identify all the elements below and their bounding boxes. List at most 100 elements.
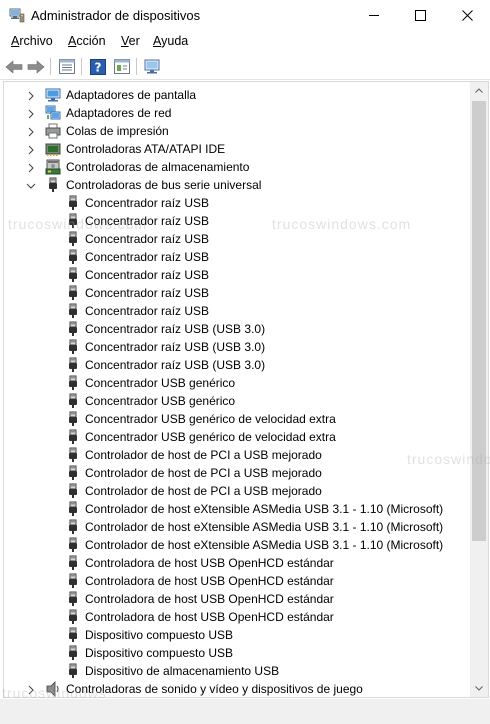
tree-device[interactable]: Concentrador raíz USB xyxy=(4,248,470,266)
vertical-scrollbar[interactable] xyxy=(470,82,488,697)
tree-device[interactable]: Controlador de host de PCI a USB mejorad… xyxy=(4,446,470,464)
storage-controller-icon xyxy=(45,159,61,175)
view-details-icon xyxy=(114,59,130,74)
tree-device[interactable]: Concentrador USB genérico de velocidad e… xyxy=(4,428,470,446)
tree-device[interactable]: Dispositivo de almacenamiento USB xyxy=(4,662,470,680)
properties-button[interactable] xyxy=(57,57,77,76)
window-title: Administrador de dispositivos xyxy=(31,8,201,23)
tree-item-label: Concentrador raíz USB xyxy=(85,196,210,210)
maximize-icon xyxy=(414,10,426,21)
menu-accion-label: cción xyxy=(76,34,106,48)
tree-item-label: Controlador de host eXtensible ASMedia U… xyxy=(85,502,444,516)
scan-hardware-button[interactable] xyxy=(143,57,163,76)
expand-toggle[interactable] xyxy=(26,684,36,695)
tree-device[interactable]: Concentrador raíz USB xyxy=(4,284,470,302)
usb-device-icon xyxy=(65,267,81,283)
help-button[interactable]: ? xyxy=(88,57,108,76)
usb-device-icon xyxy=(65,249,81,265)
tree-device[interactable]: Concentrador raíz USB xyxy=(4,266,470,284)
tree-item-label: Adaptadores de pantalla xyxy=(66,88,197,102)
maximize-button[interactable] xyxy=(397,0,443,31)
toolbar-separator xyxy=(50,58,51,75)
tree-device[interactable]: Concentrador USB genérico de velocidad e… xyxy=(4,410,470,428)
chevron-right-icon xyxy=(28,163,34,173)
expand-toggle[interactable] xyxy=(26,90,36,101)
menu-ver[interactable]: Ver xyxy=(121,34,140,48)
tree-item-label: Concentrador raíz USB (USB 3.0) xyxy=(85,358,266,372)
tree-device[interactable]: Controlador de host eXtensible ASMedia U… xyxy=(4,518,470,536)
tree-device[interactable]: Controlador de host de PCI a USB mejorad… xyxy=(4,464,470,482)
menu-ayuda[interactable]: Ayuda xyxy=(153,34,188,48)
menu-accion[interactable]: Acción xyxy=(68,34,106,48)
show-hidden-button[interactable] xyxy=(112,57,132,76)
monitor-scan-icon xyxy=(144,59,160,73)
tree-device[interactable]: Controlador de host de PCI a USB mejorad… xyxy=(4,482,470,500)
collapse-toggle[interactable] xyxy=(26,180,36,190)
tree-item-label: Controladoras de almacenamiento xyxy=(66,160,250,174)
usb-device-icon xyxy=(65,591,81,607)
close-button[interactable] xyxy=(444,0,490,31)
expand-toggle[interactable] xyxy=(26,144,36,155)
tree-device[interactable]: Dispositivo compuesto USB xyxy=(4,626,470,644)
tree-device[interactable]: Controladora de host USB OpenHCD estánda… xyxy=(4,572,470,590)
usb-device-icon xyxy=(65,627,81,643)
scroll-down-button[interactable] xyxy=(470,680,488,697)
minimize-icon xyxy=(368,15,379,16)
forward-arrow-icon xyxy=(27,59,45,74)
usb-device-icon xyxy=(65,339,81,355)
usb-device-icon xyxy=(65,195,81,211)
tree-device[interactable]: Concentrador raíz USB xyxy=(4,302,470,320)
back-button[interactable] xyxy=(4,57,24,76)
tree-device[interactable]: Controlador de host eXtensible ASMedia U… xyxy=(4,536,470,554)
tree-device[interactable]: Concentrador raíz USB (USB 3.0) xyxy=(4,356,470,374)
tree-device[interactable]: Controladora de host USB OpenHCD estánda… xyxy=(4,554,470,572)
tree-category[interactable]: Adaptadores de red xyxy=(4,104,470,122)
forward-button[interactable] xyxy=(26,57,46,76)
tree-category[interactable]: Controladoras ATA/ATAPI IDE xyxy=(4,140,470,158)
tree-category[interactable]: Adaptadores de pantalla xyxy=(4,86,470,104)
tree-device[interactable]: Concentrador USB genérico xyxy=(4,374,470,392)
tree-device[interactable]: Controladora de host USB OpenHCD estánda… xyxy=(4,590,470,608)
tree-device[interactable]: Concentrador raíz USB (USB 3.0) xyxy=(4,320,470,338)
usb-device-icon xyxy=(65,501,81,517)
toolbar-separator xyxy=(136,58,137,75)
usb-device-icon xyxy=(65,609,81,625)
scroll-thumb[interactable] xyxy=(472,101,486,541)
svg-text:?: ? xyxy=(95,60,102,74)
tree-category[interactable]: Colas de impresión xyxy=(4,122,470,140)
tree-item-label: Controladoras de bus serie universal xyxy=(66,178,262,192)
tree-item-label: Controlador de host de PCI a USB mejorad… xyxy=(85,448,322,462)
scroll-up-button[interactable] xyxy=(470,82,488,99)
tree-item-label: Controlador de host de PCI a USB mejorad… xyxy=(85,466,322,480)
tree-device[interactable]: Concentrador USB genérico xyxy=(4,392,470,410)
tree-device[interactable]: Dispositivo compuesto USB xyxy=(4,644,470,662)
tree-device[interactable]: Concentrador raíz USB (USB 3.0) xyxy=(4,338,470,356)
tree-category[interactable]: Controladoras de sonido y vídeo y dispos… xyxy=(4,680,470,697)
tree-category[interactable]: Controladoras de almacenamiento xyxy=(4,158,470,176)
tree-device[interactable]: Concentrador raíz USB xyxy=(4,194,470,212)
tree-item-label: Controladora de host USB OpenHCD estánda… xyxy=(85,574,334,588)
tree-item-label: Controlador de host eXtensible ASMedia U… xyxy=(85,538,444,552)
display-adapter-icon xyxy=(45,87,61,103)
tree-item-label: Controladoras de sonido y vídeo y dispos… xyxy=(66,682,363,696)
tree-item-label: Adaptadores de red xyxy=(66,106,172,120)
usb-device-icon xyxy=(65,447,81,463)
expand-toggle[interactable] xyxy=(26,108,36,119)
tree-device[interactable]: Controladora de host USB OpenHCD estánda… xyxy=(4,608,470,626)
tree-category[interactable]: Controladoras de bus serie universal xyxy=(4,176,470,194)
tree-device[interactable]: Controlador de host eXtensible ASMedia U… xyxy=(4,500,470,518)
expand-toggle[interactable] xyxy=(26,162,36,173)
minimize-button[interactable] xyxy=(351,0,397,31)
tree-device[interactable]: Concentrador raíz USB xyxy=(4,212,470,230)
tree-device[interactable]: Concentrador raíz USB xyxy=(4,230,470,248)
speaker-icon xyxy=(45,681,61,697)
menu-archivo[interactable]: Archivo xyxy=(11,34,53,48)
tree-item-label: Concentrador raíz USB xyxy=(85,232,210,246)
chevron-up-icon xyxy=(475,88,483,93)
device-tree[interactable]: Adaptadores de pantalla Adaptadores de re… xyxy=(4,82,470,697)
tree-item-label: Controladora de host USB OpenHCD estánda… xyxy=(85,592,334,606)
tree-item-label: Concentrador raíz USB xyxy=(85,250,210,264)
usb-device-icon xyxy=(65,375,81,391)
printer-icon xyxy=(45,123,61,139)
expand-toggle[interactable] xyxy=(26,126,36,137)
